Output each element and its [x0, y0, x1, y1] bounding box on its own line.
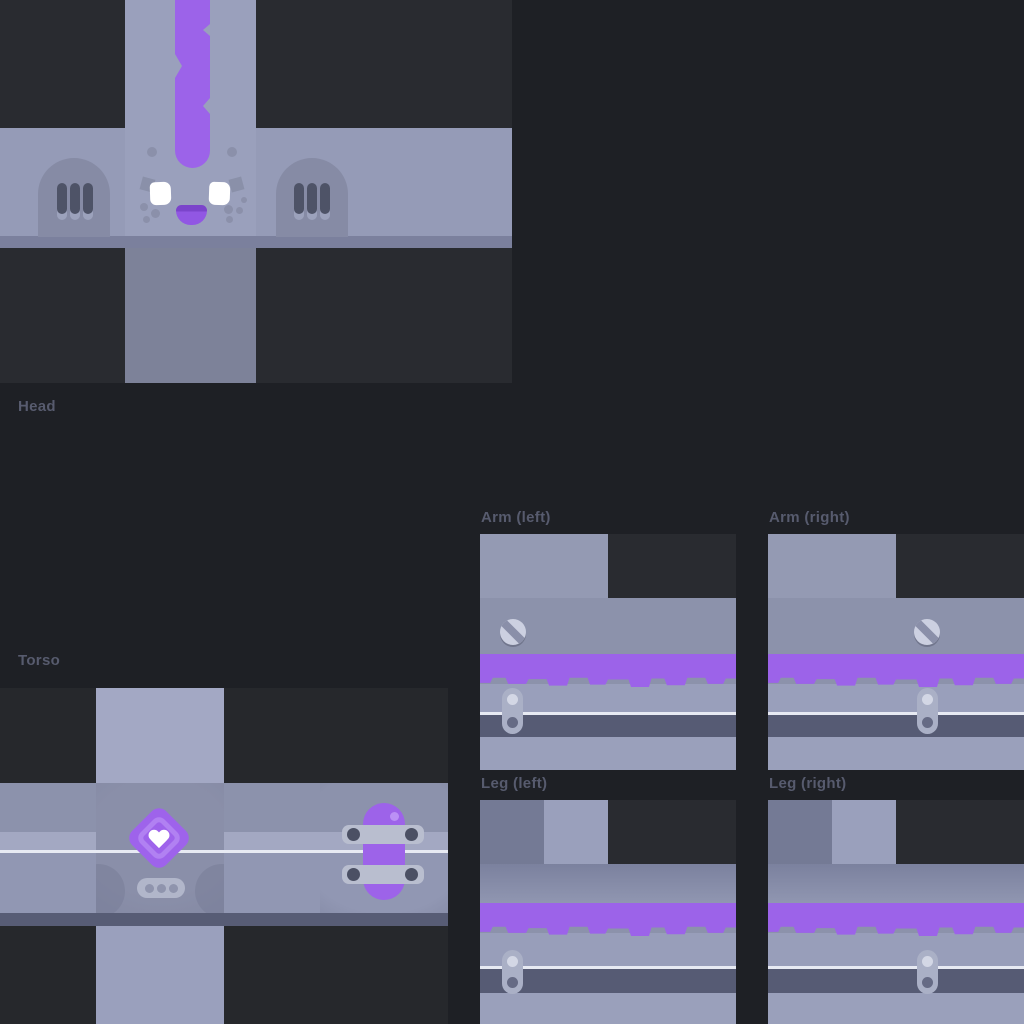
stripe-notch — [175, 54, 182, 78]
joint-connector-icon — [502, 950, 523, 994]
part-label-arm-left: Arm (left) — [481, 509, 551, 526]
armhole-shadow — [96, 864, 125, 913]
heart-icon — [148, 830, 170, 850]
sleeve-graffiti-band — [480, 654, 736, 688]
freckle — [140, 203, 148, 211]
torso-hem-dark — [0, 913, 448, 926]
leg-left-texture-tile[interactable] — [480, 800, 736, 1024]
hip-dark-block — [480, 800, 544, 864]
vent-slit-icon — [294, 183, 304, 220]
vent-slit-icon — [83, 183, 93, 220]
costume-texture-editor: Head Torso — [0, 0, 1024, 1024]
leg-graffiti-band — [768, 903, 1024, 937]
strap-with-rivets — [342, 865, 424, 884]
screw-icon — [500, 619, 526, 645]
thigh-gradient — [480, 864, 736, 903]
freckle — [226, 216, 233, 223]
freckle — [143, 216, 150, 223]
joint-connector-icon — [917, 688, 938, 734]
torso-bottom-face — [96, 926, 224, 1024]
freckle — [224, 205, 233, 214]
sleeve-graffiti-band — [768, 654, 1024, 688]
vent-slit-icon — [57, 183, 67, 220]
stripe-notch — [203, 24, 210, 36]
hand-light — [480, 737, 736, 770]
torso-texture-tile[interactable] — [0, 688, 448, 1024]
torso-top-face — [96, 688, 224, 783]
part-label-head: Head — [18, 398, 56, 415]
shoulder-top — [768, 534, 896, 598]
leg-graffiti-band — [480, 903, 736, 937]
part-label-arm-right: Arm (right) — [769, 509, 850, 526]
cuff-dark — [768, 715, 1024, 737]
foot-light — [480, 993, 736, 1024]
arm-left-texture-tile[interactable] — [480, 534, 736, 770]
joint-connector-icon — [917, 950, 938, 994]
ankle-dark — [768, 969, 1024, 993]
shoulder-top — [480, 534, 608, 598]
freckle — [147, 147, 157, 157]
head-texture-tile[interactable] — [0, 0, 512, 383]
leg-right-texture-tile[interactable] — [768, 800, 1024, 1024]
hip-dark-block — [768, 800, 832, 864]
ankle-light — [768, 933, 1024, 966]
hip-light-block — [544, 800, 608, 864]
freckle — [151, 209, 160, 218]
tile-empty-corner — [896, 534, 1024, 598]
bedroll-icon — [363, 803, 405, 900]
foot-light — [768, 993, 1024, 1024]
vent-slit-icon — [320, 183, 330, 220]
head-bottom-face — [125, 248, 256, 383]
armhole-shadow — [195, 864, 224, 913]
stripe-notch — [203, 98, 210, 114]
strap-with-rivets — [342, 825, 424, 844]
tile-empty-corner — [608, 534, 736, 598]
tile-empty-corner — [896, 800, 1024, 864]
screw-icon — [914, 619, 940, 645]
right-eye — [209, 182, 231, 206]
tile-empty-corner — [608, 800, 736, 864]
freckle — [241, 197, 247, 203]
left-eye — [150, 182, 172, 206]
head-neck-strip — [0, 236, 512, 248]
hand-light — [768, 737, 1024, 770]
freckle — [227, 147, 237, 157]
freckle — [236, 207, 243, 214]
joint-connector-icon — [502, 688, 523, 734]
part-label-leg-left: Leg (left) — [481, 775, 547, 792]
buckle-dots-icon — [137, 878, 185, 898]
vent-slit-icon — [70, 183, 80, 220]
vent-slit-icon — [307, 183, 317, 220]
cuff-light — [768, 684, 1024, 712]
hip-light-block — [832, 800, 896, 864]
part-label-leg-right: Leg (right) — [769, 775, 846, 792]
arm-right-texture-tile[interactable] — [768, 534, 1024, 770]
part-label-torso: Torso — [18, 652, 60, 669]
thigh-gradient — [768, 864, 1024, 903]
